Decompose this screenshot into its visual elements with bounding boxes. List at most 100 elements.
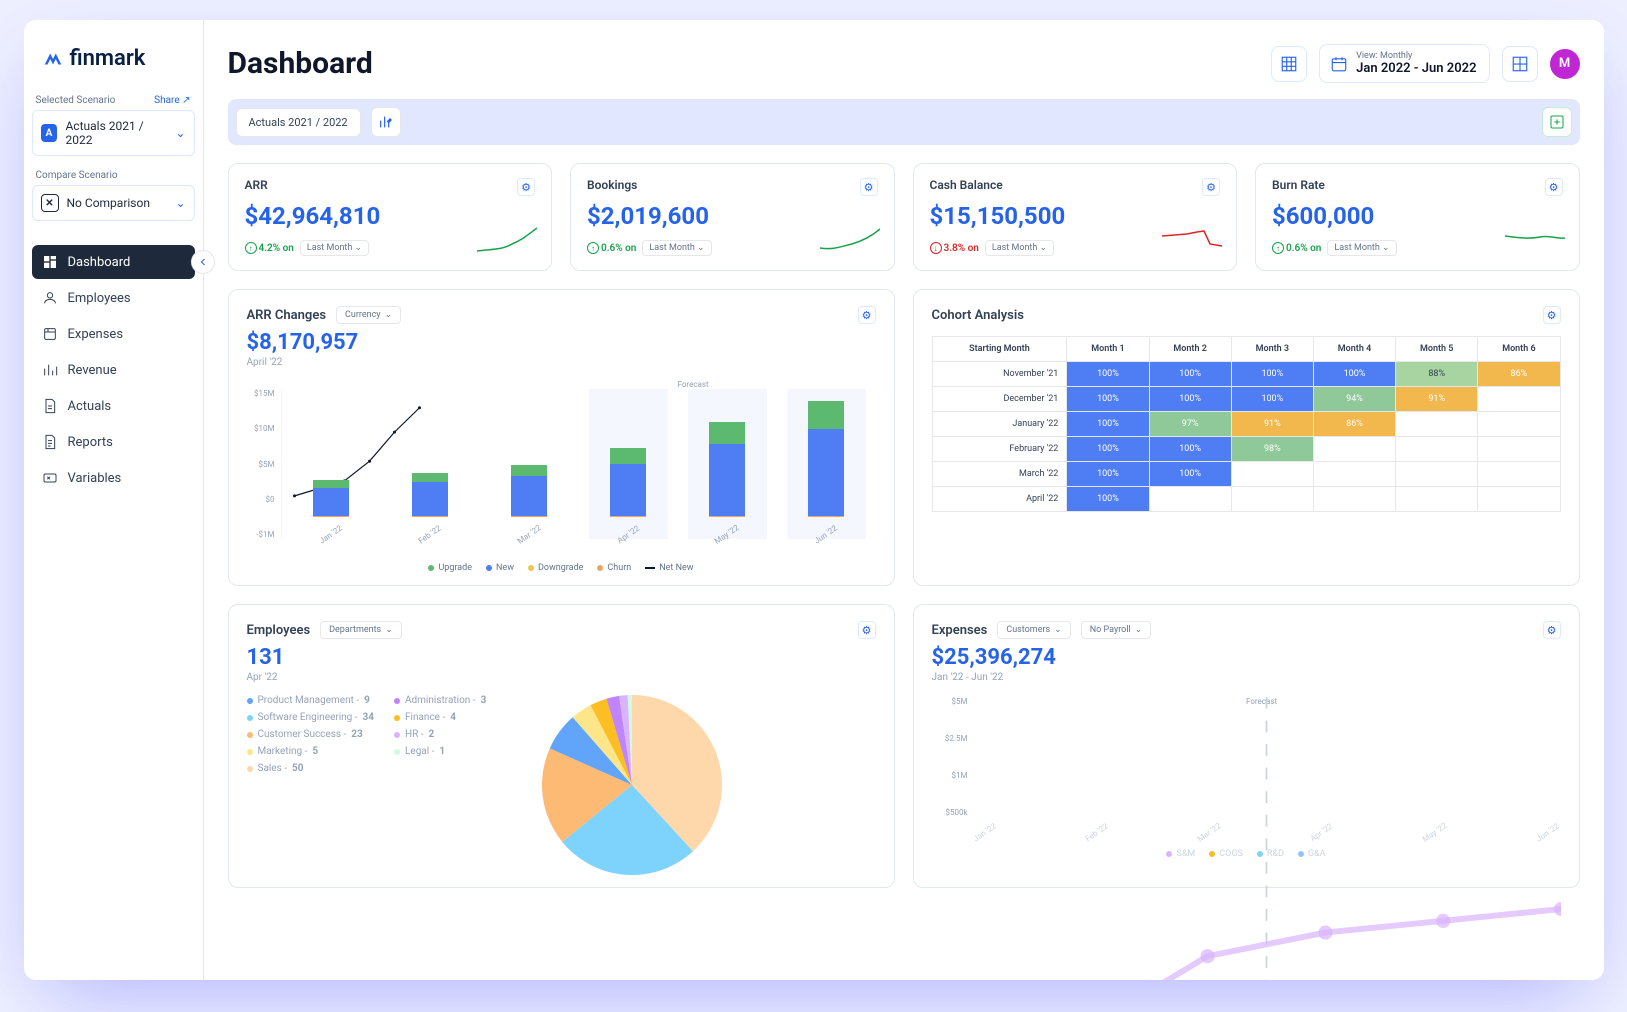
cohort-cell: [1396, 437, 1478, 462]
cohort-cell: [1313, 487, 1395, 512]
brand-icon: [42, 48, 64, 70]
grid-icon: [1511, 55, 1529, 73]
pie-legend-item: HR - 2: [394, 729, 522, 740]
nav-revenue[interactable]: Revenue: [32, 353, 195, 387]
expenses-value: $25,396,274: [932, 645, 1561, 670]
gear-icon[interactable]: ⚙: [1543, 306, 1561, 324]
cohort-cell: 100%: [1313, 362, 1395, 387]
scenario-bar: Actuals 2021 / 2022: [228, 99, 1580, 145]
gear-icon[interactable]: ⚙: [1545, 178, 1563, 196]
variables-icon: [42, 470, 58, 486]
gear-icon[interactable]: ⚙: [1543, 621, 1561, 639]
pie-legend-item: Product Management - 9: [247, 695, 375, 706]
period-select[interactable]: Last Month ⌄: [985, 240, 1054, 256]
grid-view-button[interactable]: [1502, 46, 1538, 82]
image-plus-icon: [1549, 114, 1565, 130]
nav-actuals[interactable]: Actuals: [32, 389, 195, 423]
topbar: Dashboard View: Monthly Jan 2022 - Jun 2…: [228, 44, 1580, 83]
cohort-cell: 100%: [1149, 437, 1231, 462]
cohort-cell: [1396, 487, 1478, 512]
employees-date: Apr '22: [247, 672, 876, 683]
nav-reports[interactable]: Reports: [32, 425, 195, 459]
arr-changes-value: $8,170,957: [247, 330, 876, 355]
app-window: finmark Selected Scenario Share ↗ A Actu…: [24, 20, 1604, 980]
nav-dashboard[interactable]: Dashboard: [32, 245, 195, 279]
main: Dashboard View: Monthly Jan 2022 - Jun 2…: [204, 20, 1604, 980]
gear-icon[interactable]: ⚙: [1202, 178, 1220, 196]
cohort-cell: [1478, 437, 1560, 462]
kpi-delta: ↑ 0.6% on: [587, 242, 636, 254]
kpi-title: Cash Balance: [930, 178, 1003, 192]
cohort-col-header: Month 6: [1478, 337, 1560, 362]
scenario-select[interactable]: A Actuals 2021 / 2022 ⌄: [32, 110, 195, 156]
sparkline: [1162, 226, 1222, 256]
arr-changes-date: April '22: [247, 357, 876, 368]
x-label: Jun '22: [813, 523, 839, 545]
scenario-badge: A: [41, 124, 58, 142]
arr-chart: Forecast $15M$10M$5M$0-$1M Jan '22 Feb '…: [247, 380, 876, 573]
cohort-cell: 97%: [1149, 412, 1231, 437]
cohort-row-label: February '22: [932, 437, 1067, 462]
scenario-chip[interactable]: Actuals 2021 / 2022: [236, 108, 361, 137]
bar-col: Feb '22: [391, 389, 470, 539]
employees-pie-chart: [542, 695, 722, 875]
kpi-title: Burn Rate: [1272, 178, 1325, 192]
gear-icon[interactable]: ⚙: [858, 306, 876, 324]
gear-icon[interactable]: ⚙: [517, 178, 535, 196]
x-label: May '22: [713, 523, 741, 546]
gear-icon[interactable]: ⚙: [860, 178, 878, 196]
cohort-cell: 100%: [1067, 362, 1149, 387]
nav-expenses[interactable]: Expenses: [32, 317, 195, 351]
row-3: Employees Departments ⌄ ⚙ 131 Apr '22 Pr…: [228, 604, 1580, 888]
departments-select[interactable]: Departments ⌄: [320, 621, 402, 639]
nav-variables[interactable]: Variables: [32, 461, 195, 495]
payroll-select[interactable]: No Payroll ⌄: [1081, 621, 1152, 639]
kpi-row: ARR ⚙ $42,964,810 ↑ 4.2% on Last Month ⌄…: [228, 163, 1580, 271]
card-title: Cohort Analysis: [932, 308, 1024, 323]
period-select[interactable]: Last Month ⌄: [1327, 240, 1396, 256]
add-widget-button[interactable]: [1542, 107, 1572, 137]
cohort-cell: [1231, 462, 1313, 487]
pie-legend-item: Finance - 4: [394, 712, 522, 723]
period-select[interactable]: Last Month ⌄: [642, 240, 711, 256]
revenue-icon: [42, 362, 58, 378]
period-select[interactable]: Last Month ⌄: [300, 240, 369, 256]
cohort-col-header: Month 5: [1396, 337, 1478, 362]
gear-icon[interactable]: ⚙: [858, 621, 876, 639]
cohort-cell: 100%: [1149, 387, 1231, 412]
cohort-cell: [1396, 412, 1478, 437]
date-range-picker[interactable]: View: Monthly Jan 2022 - Jun 2022: [1319, 44, 1489, 83]
nav-label: Actuals: [68, 399, 112, 414]
currency-select[interactable]: Currency ⌄: [336, 306, 401, 324]
cohort-row-label: December '21: [932, 387, 1067, 412]
edit-scenario-button[interactable]: [371, 107, 401, 137]
cohort-cell: 100%: [1067, 487, 1149, 512]
kpi-title: ARR: [245, 178, 268, 192]
x-label: Feb '22: [417, 524, 443, 546]
pie-legend-item: Software Engineering - 34: [247, 712, 375, 723]
pie-legend: Product Management - 9Administration - 3…: [247, 695, 522, 774]
cohort-col-header: Month 2: [1149, 337, 1231, 362]
nav: Dashboard Employees Expenses Revenue Act…: [32, 245, 195, 495]
compare-select[interactable]: ✕ No Comparison ⌄: [32, 185, 195, 221]
cohort-cell: [1149, 487, 1231, 512]
card-title: Expenses: [932, 623, 988, 638]
cohort-cell: [1396, 462, 1478, 487]
share-link[interactable]: Share ↗: [154, 95, 190, 106]
sparkline: [820, 226, 880, 256]
edit-chart-icon: [378, 114, 394, 130]
scenario-section-label: Selected Scenario Share ↗: [32, 89, 195, 110]
cohort-cell: 100%: [1067, 387, 1149, 412]
user-avatar[interactable]: M: [1550, 49, 1580, 79]
cohort-cell: [1478, 487, 1560, 512]
cohort-row: February '22100%100%98%: [932, 437, 1560, 462]
kpi-card-arr: ARR ⚙ $42,964,810 ↑ 4.2% on Last Month ⌄: [228, 163, 553, 271]
customers-select[interactable]: Customers ⌄: [997, 621, 1070, 639]
cohort-card: Cohort Analysis ⚙ Starting MonthMonth 1M…: [913, 289, 1580, 586]
cohort-cell: 100%: [1067, 462, 1149, 487]
cohort-row: April '22100%: [932, 487, 1560, 512]
legend-item: Upgrade: [428, 563, 472, 573]
nav-employees[interactable]: Employees: [32, 281, 195, 315]
table-view-button[interactable]: [1271, 46, 1307, 82]
collapse-sidebar-button[interactable]: [191, 250, 215, 274]
